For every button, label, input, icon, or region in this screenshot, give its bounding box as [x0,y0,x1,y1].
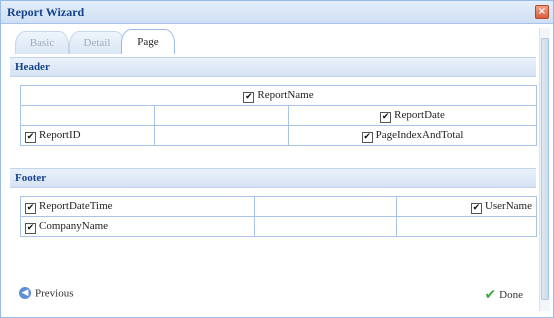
done-button[interactable]: ✔ Done [484,287,523,303]
footer-cell-empty[interactable] [254,196,397,217]
header-cell-empty[interactable] [20,105,155,126]
checkbox-page-index[interactable]: ✔ [361,132,373,143]
footer-cell-report-datetime[interactable]: ✔ ReportDateTime [20,196,255,217]
header-cell-page-index[interactable]: ✔ PageIndexAndTotal [287,125,538,146]
footer-cell-empty[interactable] [254,216,397,237]
checkbox-report-id[interactable]: ✔ [25,132,36,143]
checkbox-report-name[interactable]: ✔ [243,92,255,103]
header-cell-empty[interactable] [154,105,289,126]
footer-cell-user-name[interactable]: ✔ UserName [396,196,537,217]
tab-page[interactable]: Page [121,29,175,54]
tab-strip: Basic Detail Page [11,29,537,54]
header-cell-report-name[interactable]: ✔ ReportName [19,85,538,106]
window-title: Report Wizard [7,5,85,19]
header-section-label: Header [15,61,50,73]
checkmark-icon: ✔ [484,287,497,303]
table-row: ✔ CompanyName [20,216,537,237]
header-section-title: Header [10,57,536,77]
report-name-label: ReportName [257,89,314,101]
done-button-label: Done [499,289,523,301]
footer-section-title: Footer [10,168,536,188]
header-cell-empty[interactable] [154,125,289,146]
checkbox-company-name[interactable]: ✔ [25,223,36,234]
report-wizard-window: Report Wizard × Basic Detail Page Header… [0,0,554,318]
report-id-label: ReportID [39,129,81,141]
table-row: ✔ ReportDate [20,105,538,126]
table-row: ✔ ReportID ✔ PageIndexAndTotal [20,125,538,146]
checkbox-report-datetime[interactable]: ✔ [25,203,36,214]
previous-button-label: Previous [35,287,74,300]
footer-layout-grid: ✔ ReportDateTime ✔ UserName ✔ CompanyName [20,196,537,237]
header-cell-report-id[interactable]: ✔ ReportID [20,125,155,146]
wizard-button-bar: ◀ Previous ✔ Done [19,287,523,303]
table-row: ✔ ReportName [19,85,538,106]
checkbox-report-date[interactable]: ✔ [380,112,392,123]
close-icon[interactable]: × [535,5,549,19]
footer-section-label: Footer [15,172,47,184]
arrow-left-circle-icon: ◀ [19,287,31,300]
tab-detail[interactable]: Detail [69,31,125,54]
previous-button[interactable]: ◀ Previous [19,287,74,300]
report-datetime-label: ReportDateTime [39,200,113,212]
scrollbar-thumb[interactable] [541,38,549,300]
checkbox-user-name[interactable]: ✔ [470,203,482,214]
header-cell-report-date[interactable]: ✔ ReportDate [287,105,538,126]
company-name-label: CompanyName [39,220,109,232]
title-bar[interactable]: Report Wizard × [1,1,553,24]
footer-cell-company-name[interactable]: ✔ CompanyName [20,216,255,237]
vertical-scrollbar[interactable] [539,28,550,311]
user-name-label: UserName [484,200,532,212]
page-index-label: PageIndexAndTotal [375,129,464,141]
header-layout-grid: ✔ ReportName ✔ ReportDate ✔ ReportID ✔ PageI… [19,85,538,146]
footer-cell-empty[interactable] [396,216,537,237]
tab-basic[interactable]: Basic [15,31,69,54]
table-row: ✔ ReportDateTime ✔ UserName [20,196,537,217]
report-date-label: ReportDate [394,109,445,121]
